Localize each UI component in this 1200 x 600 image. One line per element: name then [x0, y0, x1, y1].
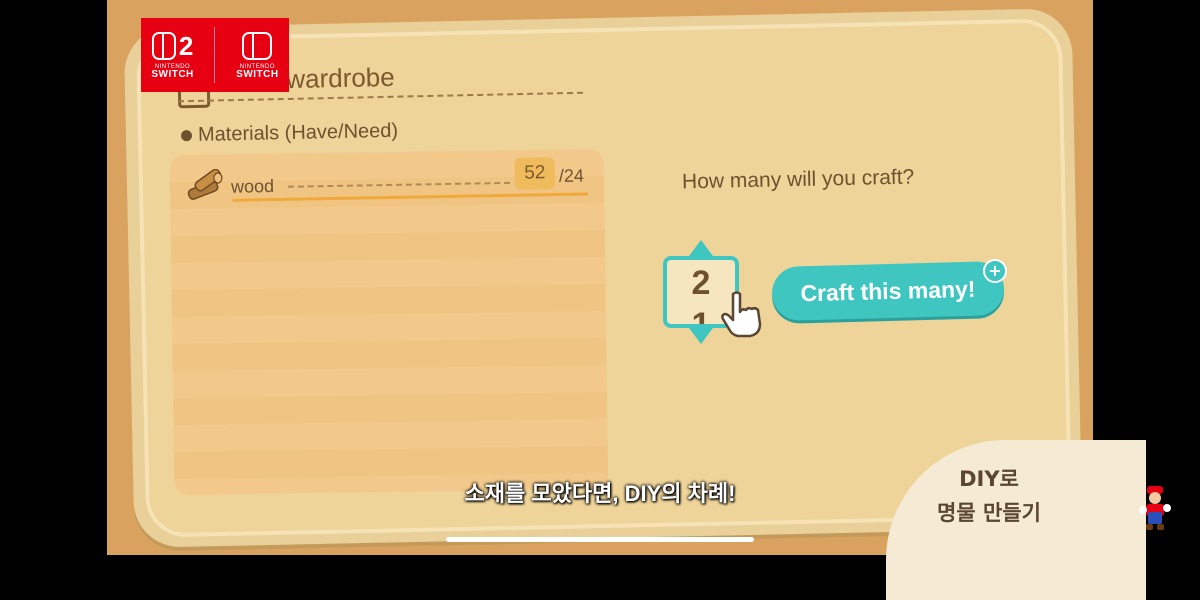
- material-row-wood: wood 52 /24: [186, 157, 591, 203]
- craft-this-many-button[interactable]: Craft this many!: [771, 260, 1005, 322]
- logo-divider: [214, 27, 216, 83]
- nintendo-switch-logo: NINTENDO SWITCH: [236, 32, 279, 80]
- materials-label: Materials (Have/Need): [197, 119, 399, 146]
- home-indicator[interactable]: [446, 537, 754, 542]
- logo-sub-bottom: SWITCH: [151, 69, 194, 80]
- wood-log-icon: [187, 168, 223, 200]
- bullet-icon: [180, 130, 193, 142]
- arrow-up-icon[interactable]: [689, 240, 713, 256]
- plus-icon: +: [983, 259, 1007, 283]
- craft-question: How many will you craft?: [681, 165, 915, 194]
- joycon-icon: [151, 32, 176, 60]
- arrow-down-icon[interactable]: [689, 328, 713, 344]
- joycon-icon: [242, 32, 273, 60]
- material-name: wood: [230, 175, 275, 197]
- materials-header: Materials (Have/Need): [180, 119, 399, 148]
- video-subtitle: 소재를 모았다면, DIY의 차례!: [464, 481, 736, 506]
- material-leader-line: [288, 181, 511, 188]
- switch-logos: 2 NINTENDO SWITCH NINTENDO SWITCH: [141, 18, 289, 92]
- material-need-count: /24: [558, 165, 585, 187]
- logo-sub-bottom: SWITCH: [236, 69, 279, 80]
- mario-icon: [1139, 486, 1171, 530]
- logo-number: 2: [178, 31, 194, 61]
- nintendo-switch-2-logo: 2 NINTENDO SWITCH: [151, 31, 194, 80]
- pointer-hand-icon: [721, 291, 762, 338]
- material-have-count: 52: [514, 157, 556, 190]
